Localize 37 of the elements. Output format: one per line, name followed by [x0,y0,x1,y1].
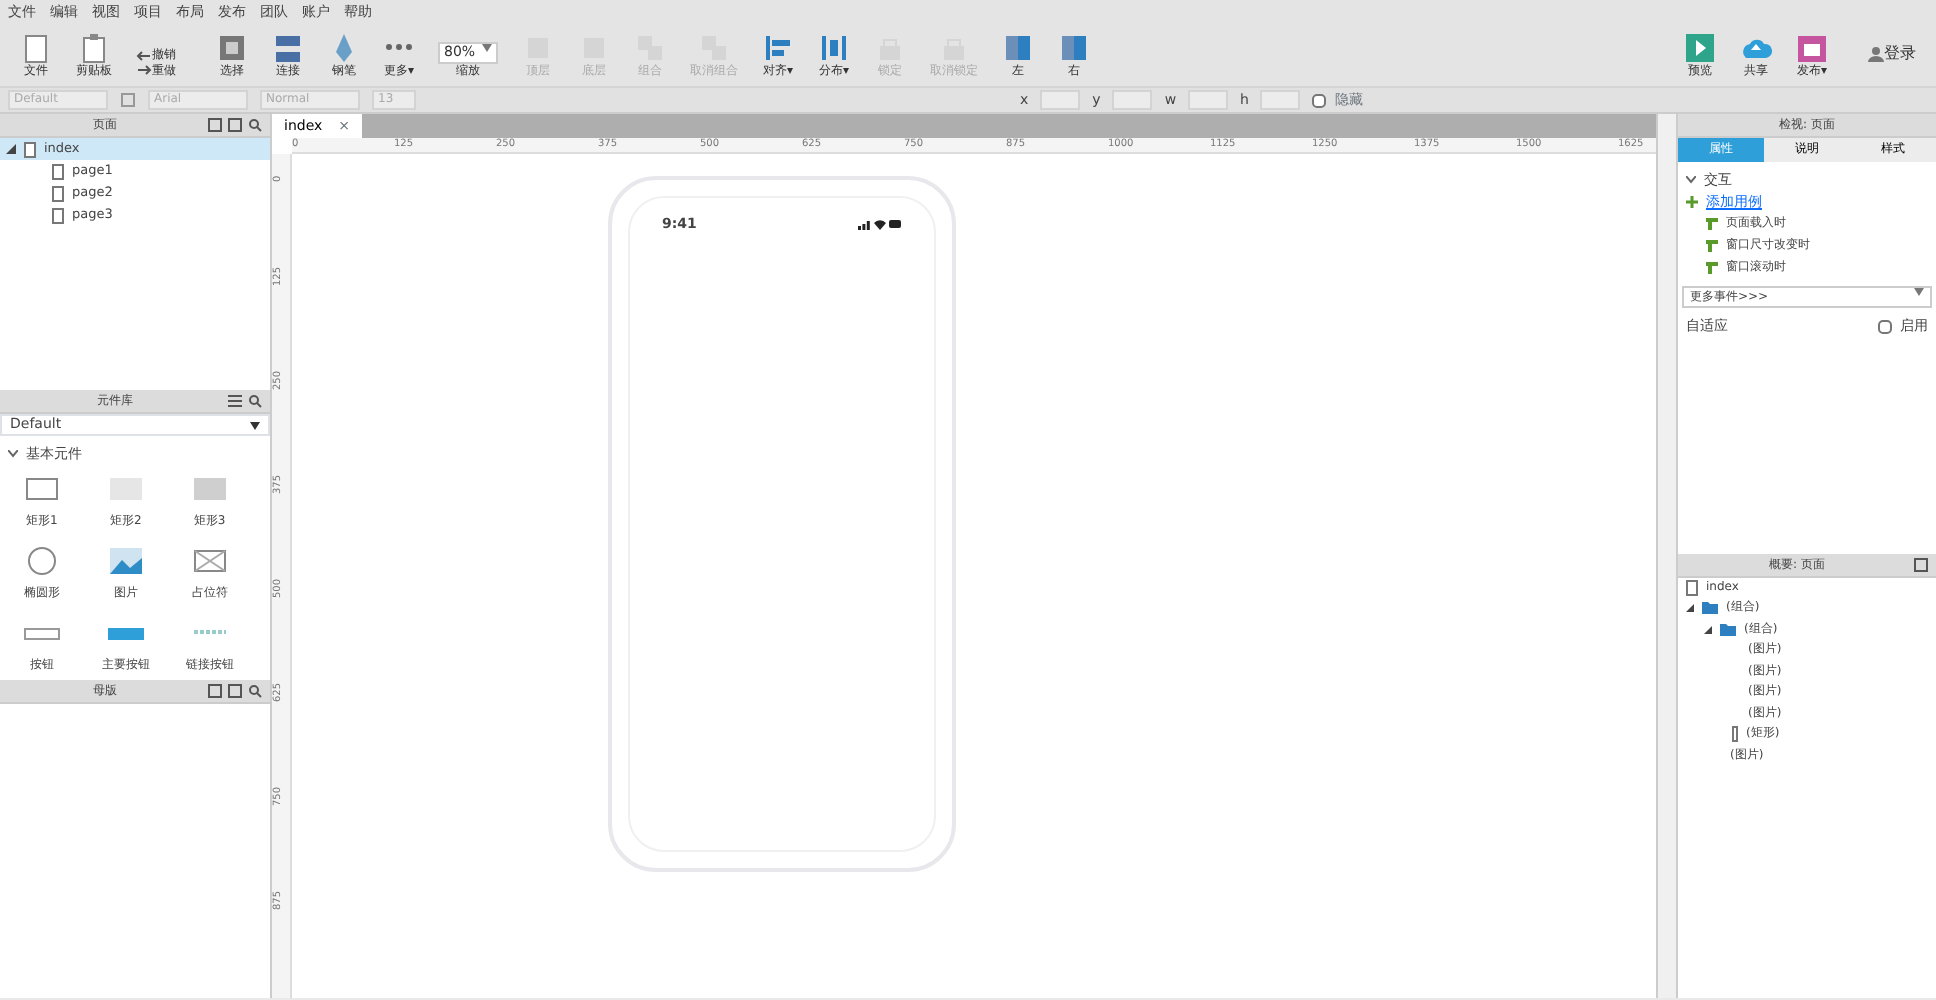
search-icon [248,394,262,408]
expanded-triangle-icon [1704,625,1712,634]
chevron-down-icon [8,450,18,459]
caret-icon [1914,288,1924,296]
coordinate-field[interactable] [1188,90,1229,110]
enable-checkbox[interactable] [1878,319,1892,334]
search-icon [248,118,262,132]
rectangle-icon [1732,726,1738,743]
coordinate-field[interactable] [1260,90,1301,110]
clipboard-icon [78,31,110,63]
coordinate-field[interactable] [1112,90,1153,110]
status-icons-drawing [858,218,902,231]
align-icon [762,31,795,63]
scrollbar[interactable] [1656,114,1676,998]
login-button[interactable]: 登录 [1856,44,1928,64]
hidden-checkbox[interactable] [1312,93,1327,107]
dots-icon [386,43,412,49]
coordinate-field[interactable] [1040,90,1081,110]
redo-icon [136,64,152,77]
distribute-icon [818,31,851,63]
menu-icon [228,394,242,408]
caret-icon [482,43,493,51]
undo-icon [136,49,152,62]
publish-icon [1796,31,1828,63]
caret-icon [250,421,260,429]
panel-icon [1002,31,1035,63]
plus-icon [1686,195,1698,208]
link-button-icon [193,629,226,633]
play-icon [1684,31,1716,63]
search-icon [248,683,262,697]
expanded-triangle-icon [1686,604,1694,613]
panel-icon [1058,31,1091,63]
select-icon [216,31,248,63]
user-icon [1868,46,1884,63]
chevron-down-icon [1686,176,1696,185]
file-icon [20,31,52,63]
page-icon [1686,579,1698,596]
